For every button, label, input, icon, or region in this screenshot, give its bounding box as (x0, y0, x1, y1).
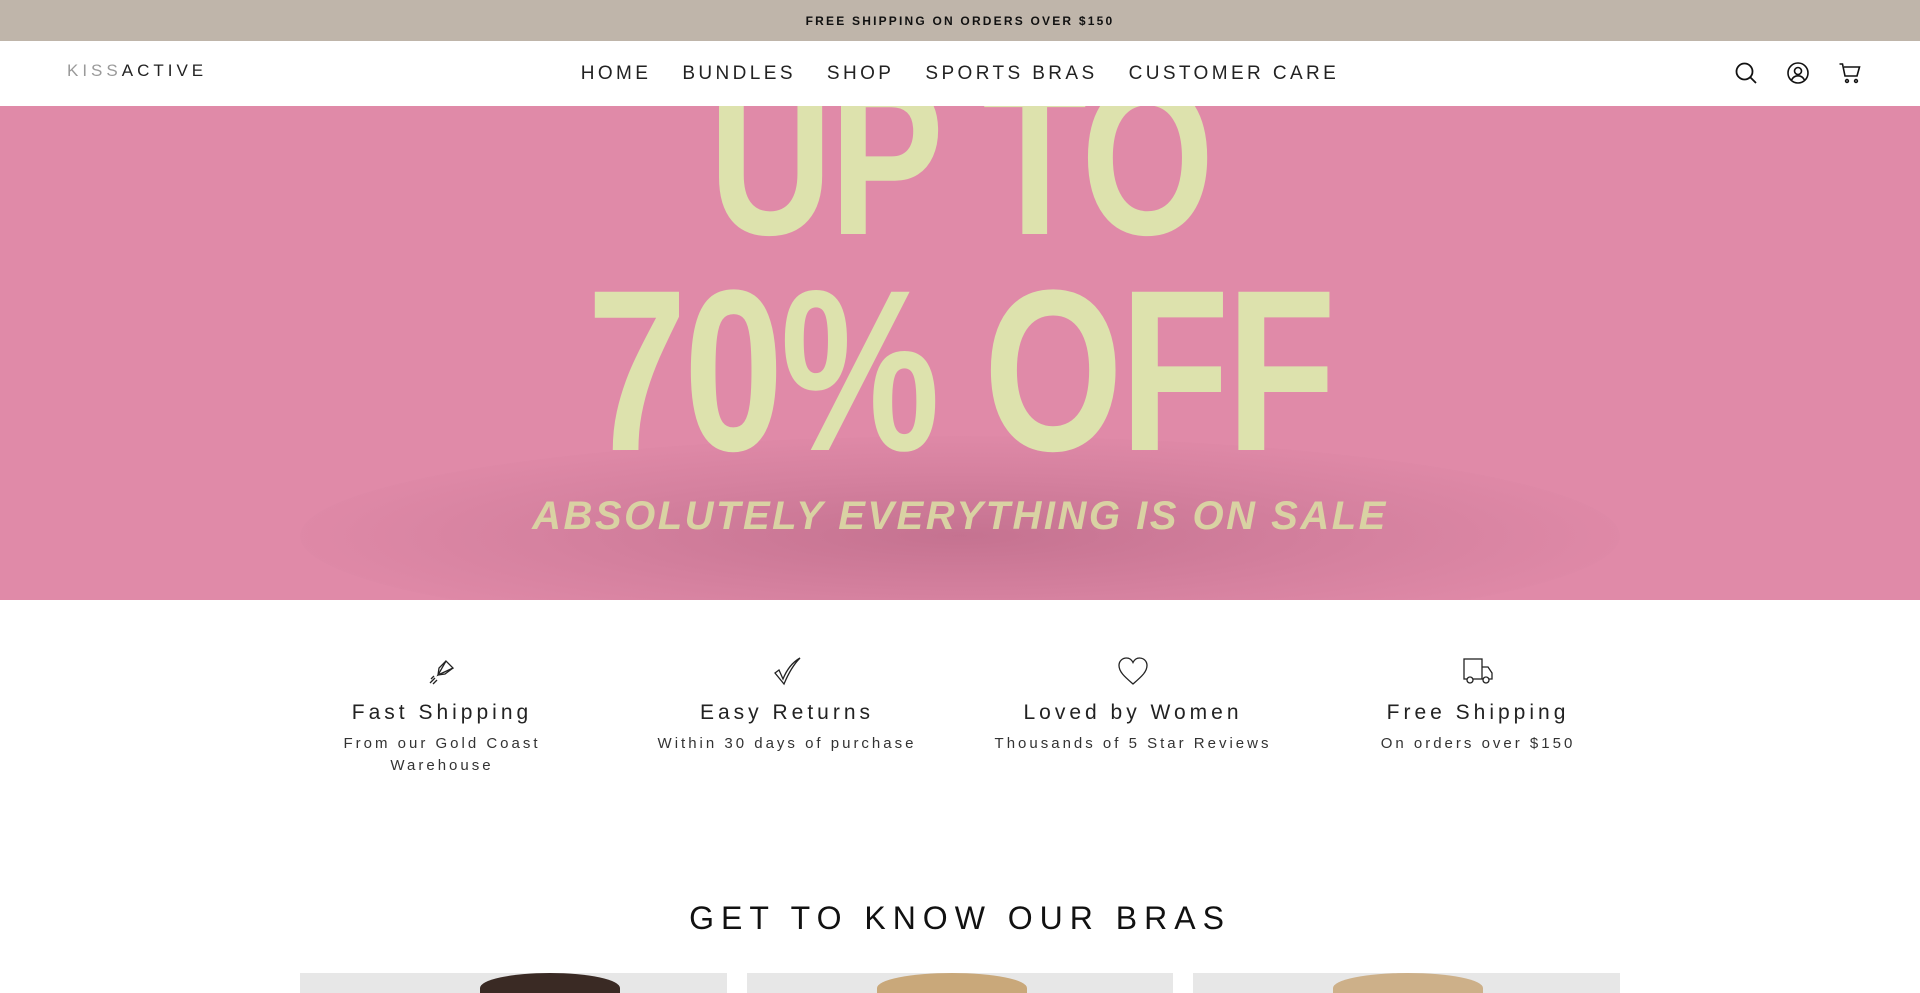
hero-banner[interactable]: UP TO 70% OFF ABSOLUTELY EVERYTHING IS O… (0, 106, 1920, 600)
product-card[interactable] (746, 973, 1174, 993)
search-icon[interactable] (1734, 61, 1758, 85)
main-nav: HOME BUNDLES SHOP SPORTS BRAS CUSTOMER C… (0, 41, 1920, 106)
cart-icon[interactable] (1838, 61, 1862, 85)
feature-subtitle: Thousands of 5 Star Reviews (994, 735, 1272, 752)
feature-title: Fast Shipping (351, 701, 533, 724)
heart-icon (1117, 655, 1149, 687)
product-image (876, 973, 1027, 993)
feature-subtitle: Within 30 days of purchase (657, 735, 917, 752)
feature-easy-returns: Easy Returns Within 30 days of purchase (637, 655, 937, 755)
product-cards (300, 973, 1621, 993)
product-image (1333, 973, 1484, 993)
nav-item-shop[interactable]: SHOP (827, 63, 894, 85)
truck-icon (1462, 655, 1494, 687)
header-icons (1734, 61, 1862, 85)
account-icon[interactable] (1786, 61, 1810, 85)
nav-item-sports-bras[interactable]: SPORTS BRAS (925, 63, 1097, 85)
features-row: Fast Shipping From our Gold Coast Wareho… (0, 655, 1920, 795)
nav-item-customer-care[interactable]: CUSTOMER CARE (1129, 63, 1340, 85)
announcement-text: FREE SHIPPING ON ORDERS OVER $150 (805, 13, 1115, 28)
feature-subtitle: On orders over $150 (1380, 735, 1576, 752)
site-header: KISS ACTIVE HOME BUNDLES SHOP SPORTS BRA… (0, 41, 1920, 106)
feature-loved-by-women: Loved by Women Thousands of 5 Star Revie… (983, 655, 1283, 755)
announcement-bar: FREE SHIPPING ON ORDERS OVER $150 (0, 0, 1920, 41)
logo[interactable]: KISS ACTIVE (67, 61, 207, 81)
product-card[interactable] (300, 973, 727, 993)
nav-item-bundles[interactable]: BUNDLES (682, 63, 796, 85)
rocket-icon (426, 655, 458, 687)
checkmark-icon (771, 655, 803, 687)
logo-light-text: KISS (67, 61, 122, 80)
feature-title: Loved by Women (1023, 701, 1243, 724)
hero-headline-line2: 70% OFF (587, 242, 1336, 499)
nav-item-home[interactable]: HOME (581, 63, 652, 85)
feature-title: Free Shipping (1386, 701, 1570, 724)
product-image (480, 973, 620, 993)
feature-subtitle: From our Gold Coast Warehouse (343, 735, 541, 774)
hero-tagline: ABSOLUTELY EVERYTHING IS ON SALE (532, 494, 1388, 538)
feature-title: Easy Returns (699, 701, 875, 724)
section-title: GET TO KNOW OUR BRAS (689, 900, 1231, 936)
product-card[interactable] (1193, 973, 1621, 993)
feature-free-shipping: Free Shipping On orders over $150 (1328, 655, 1628, 755)
logo-dark-text: ACTIVE (121, 61, 208, 80)
feature-fast-shipping: Fast Shipping From our Gold Coast Wareho… (292, 655, 592, 777)
